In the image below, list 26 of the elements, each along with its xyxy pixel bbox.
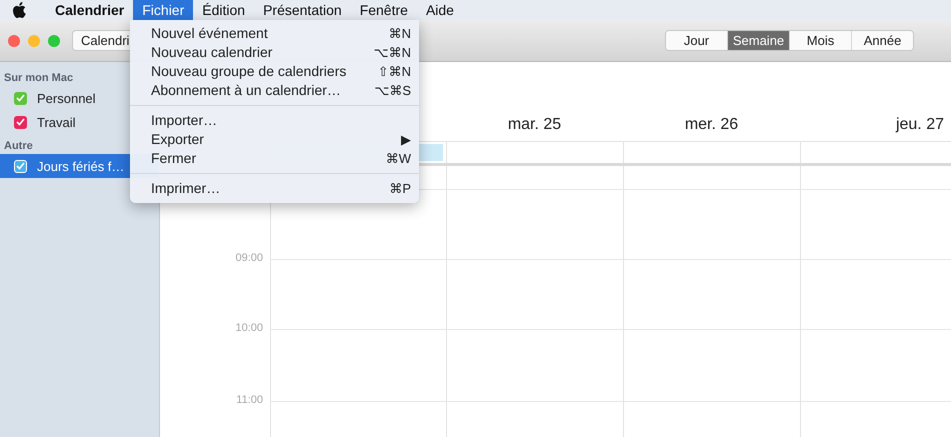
view-tab[interactable]: Année (851, 31, 913, 50)
window-control[interactable] (28, 34, 40, 46)
menu-item[interactable]: Exporter ▶ (130, 130, 419, 149)
day-header: mer. 26 (684, 116, 738, 135)
menu-bar-item[interactable]: Présentation (254, 0, 351, 20)
menu-item[interactable]: Imprimer… ⌘P (130, 179, 419, 198)
day-header: jeu. 27 (896, 116, 945, 135)
menu-bar-item[interactable]: Édition (193, 0, 254, 20)
menu-bar-item[interactable]: Calendrier (46, 0, 134, 20)
apple-logo-icon[interactable] (12, 2, 26, 18)
view-tab[interactable]: Semaine (727, 31, 789, 50)
window-control[interactable] (8, 34, 20, 46)
menu-bar-item[interactable]: Fichier (133, 0, 194, 20)
checkbox[interactable] (14, 160, 27, 172)
menu-item[interactable]: Nouveau groupe de calendriers ⇧⌘N (130, 62, 419, 81)
hour-label: 10:00 (235, 322, 263, 334)
menu-item[interactable]: Importer… (130, 111, 419, 130)
checkbox[interactable] (14, 116, 27, 128)
menu-item[interactable]: Abonnement à un calendrier… ⌥⌘S (130, 81, 419, 100)
hour-label: 11:00 (236, 394, 263, 406)
window-control[interactable] (48, 34, 60, 46)
menu-bar-item[interactable]: Fenêtre (350, 0, 417, 20)
checkbox[interactable] (14, 92, 27, 104)
menu-bar-item[interactable]: Aide (416, 0, 463, 20)
hour-label: 09:00 (235, 252, 263, 264)
day-header: mar. 25 (508, 116, 562, 135)
